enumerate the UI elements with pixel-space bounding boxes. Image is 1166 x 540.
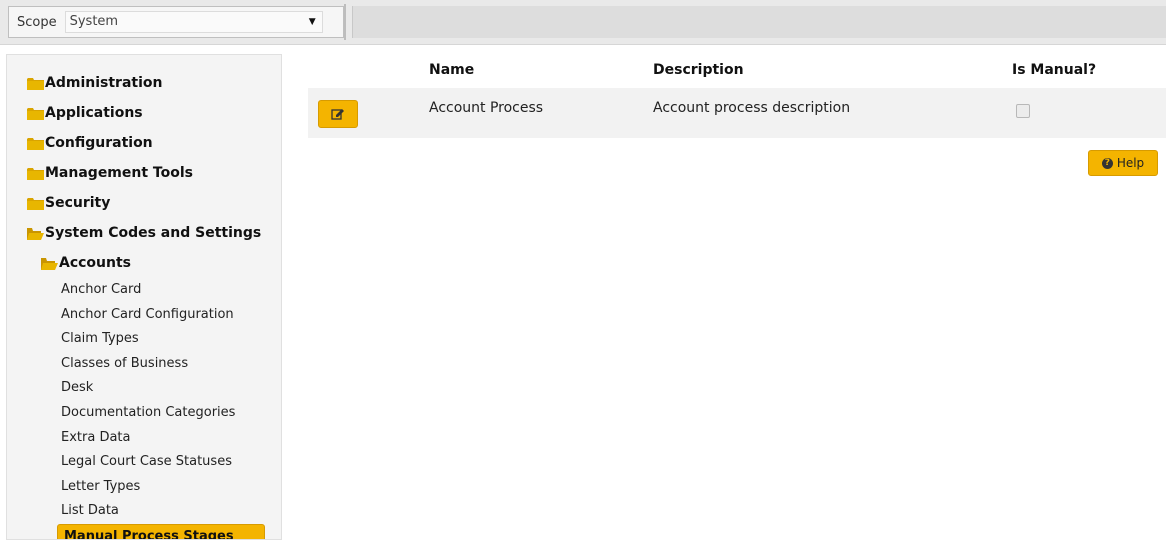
toolbar-divider: [344, 4, 346, 40]
nav-item-management-tools[interactable]: Management Tools: [7, 158, 281, 188]
help-button[interactable]: ? Help: [1088, 150, 1158, 176]
column-header-name[interactable]: Name: [429, 62, 474, 78]
folder-open-icon: [41, 257, 58, 270]
main-content: Name Description Is Manual? Account Proc…: [300, 54, 1166, 540]
row-name-cell: Account Process: [429, 100, 544, 116]
dropdown-caret-icon: ▼: [308, 17, 316, 27]
scope-label: Scope: [17, 14, 57, 30]
nav-leaf-anchor-card-configuration[interactable]: Anchor Card Configuration: [7, 303, 281, 328]
nav-item-security[interactable]: Security: [7, 188, 281, 218]
nav-item-label: Applications: [45, 105, 143, 121]
nav-item-label: Administration: [45, 75, 163, 91]
nav-item-administration[interactable]: Administration: [7, 68, 281, 98]
nav-leaf-documentation-categories[interactable]: Documentation Categories: [7, 401, 281, 426]
nav-item-accounts[interactable]: Accounts: [7, 248, 281, 278]
nav-item-label: Configuration: [45, 135, 153, 151]
table-row: Account Process Account process descript…: [308, 88, 1166, 138]
nav-leaf-list-data[interactable]: List Data: [7, 499, 281, 524]
column-header-description[interactable]: Description: [653, 62, 744, 78]
nav-item-system-codes-and-settings[interactable]: System Codes and Settings: [7, 218, 281, 248]
navigation-sidebar: Administration Applications Configuratio…: [6, 54, 282, 540]
help-button-label: Help: [1116, 156, 1145, 170]
toolbar-empty-region: [352, 6, 1166, 38]
nav-leaf-desk[interactable]: Desk: [7, 376, 281, 401]
edit-button[interactable]: [318, 100, 358, 128]
folder-closed-icon: [27, 197, 44, 210]
scope-toolbar: Scope System ▼: [0, 0, 1166, 45]
edit-icon: [331, 109, 344, 120]
nav-item-label: Management Tools: [45, 165, 193, 181]
folder-open-icon: [27, 227, 44, 240]
table-header: Name Description Is Manual?: [300, 54, 1166, 88]
nav-leaf-extra-data[interactable]: Extra Data: [7, 426, 281, 451]
nav-leaf-claim-types[interactable]: Claim Types: [7, 327, 281, 352]
folder-closed-icon: [27, 107, 44, 120]
folder-closed-icon: [27, 137, 44, 150]
scope-dropdown[interactable]: System ▼: [64, 11, 323, 33]
folder-closed-icon: [27, 167, 44, 180]
scope-selector: Scope System ▼: [8, 6, 344, 38]
nav-item-configuration[interactable]: Configuration: [7, 128, 281, 158]
nav-item-applications[interactable]: Applications: [7, 98, 281, 128]
row-description-cell: Account process description: [653, 100, 851, 116]
scope-dropdown-value: System: [69, 14, 119, 29]
nav-item-label: Security: [45, 195, 111, 211]
is-manual-checkbox[interactable]: [1016, 104, 1030, 118]
nav-leaf-classes-of-business[interactable]: Classes of Business: [7, 352, 281, 377]
nav-leaf-legal-court-case-statuses[interactable]: Legal Court Case Statuses: [7, 450, 281, 475]
column-header-is-manual[interactable]: Is Manual?: [1012, 62, 1096, 78]
nav-leaf-manual-process-stages[interactable]: Manual Process Stages: [57, 523, 265, 539]
nav-leaf-anchor-card[interactable]: Anchor Card: [7, 278, 281, 303]
nav-item-label: System Codes and Settings: [45, 225, 262, 241]
folder-closed-icon: [27, 77, 44, 90]
nav-leaf-letter-types[interactable]: Letter Types: [7, 475, 281, 500]
nav-item-label: Accounts: [59, 255, 132, 271]
question-circle-icon: ?: [1101, 157, 1113, 169]
